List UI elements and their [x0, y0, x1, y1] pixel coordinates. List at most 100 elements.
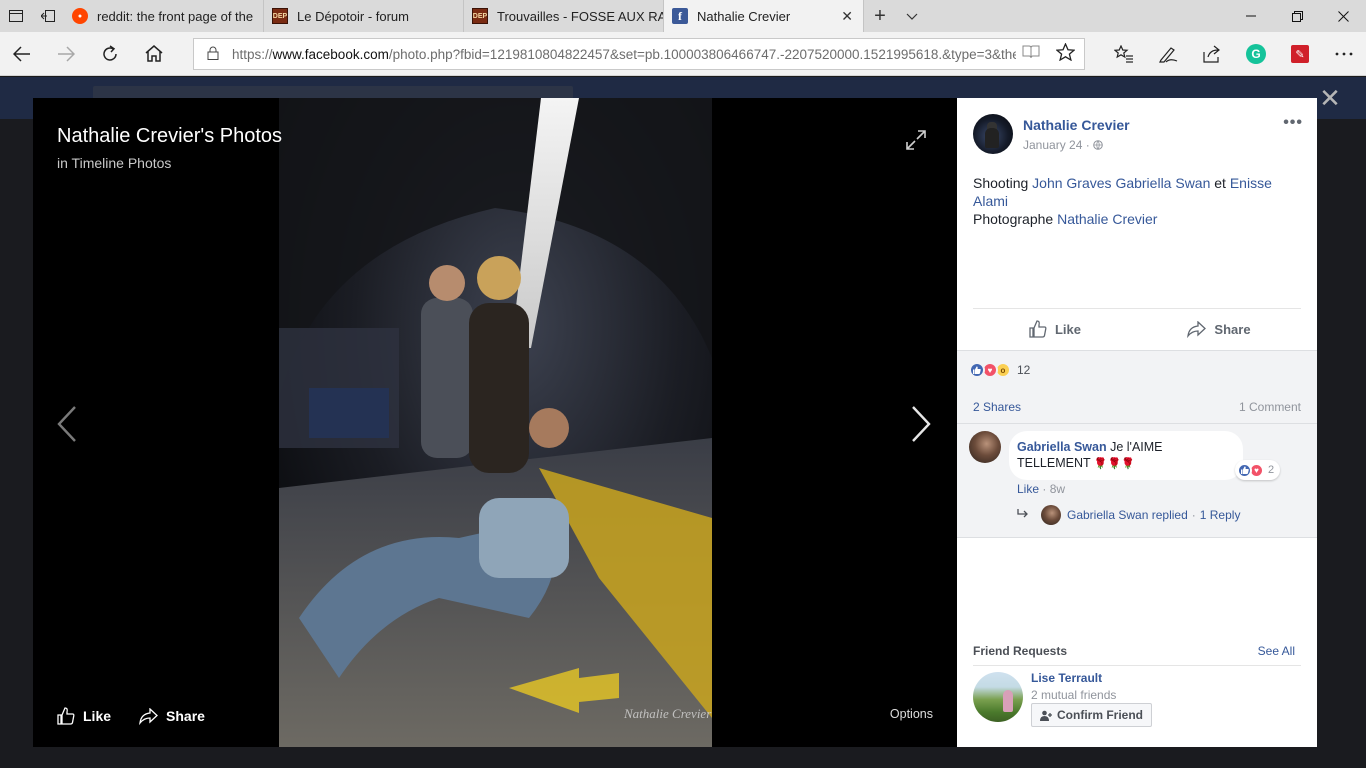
- author-avatar[interactable]: [973, 114, 1013, 154]
- album-subtitle: in Timeline Photos: [57, 155, 172, 171]
- tag-link[interactable]: Gabriella Swan: [1115, 175, 1210, 191]
- tab-reddit[interactable]: ● reddit: the front page of the: [64, 0, 264, 32]
- minimize-icon[interactable]: [1228, 0, 1274, 32]
- reply-text: replied: [1151, 508, 1188, 522]
- close-tab-icon[interactable]: ✕: [841, 8, 853, 25]
- divider: [973, 308, 1301, 309]
- tab-title: Trouvailles - FOSSE AUX RA: [497, 8, 664, 24]
- chevron-down-icon[interactable]: [896, 0, 928, 32]
- post-action-bar: Like Share: [973, 316, 1301, 342]
- mutual-friends-link[interactable]: 2 mutual friends: [1031, 688, 1116, 702]
- previous-photo-arrow-icon[interactable]: [55, 405, 79, 443]
- restore-icon[interactable]: [1274, 0, 1320, 32]
- favorite-star-icon[interactable]: [1046, 41, 1084, 66]
- reply-arrow-icon: [1017, 508, 1029, 522]
- comment-replies-link[interactable]: Gabriella Swan replied · 1 Reply: [1017, 505, 1240, 525]
- tab-title: Le Dépotoir - forum: [297, 8, 409, 24]
- tag-link[interactable]: John Graves: [1032, 175, 1111, 191]
- like-reaction-icon: [1237, 462, 1252, 478]
- fullscreen-expand-icon[interactable]: [905, 129, 927, 151]
- favorites-list-icon[interactable]: [1102, 32, 1146, 76]
- like-reaction-icon: [969, 362, 985, 378]
- facebook-icon: f: [672, 8, 688, 24]
- reply-count: 1 Reply: [1199, 508, 1241, 522]
- reply-avatar: [1041, 505, 1061, 525]
- web-note-pen-icon[interactable]: [1146, 32, 1190, 76]
- tag-link[interactable]: Nathalie Crevier: [1057, 211, 1157, 227]
- photo-action-bar: Like Share: [57, 707, 205, 725]
- tab-list-icon[interactable]: [0, 0, 32, 32]
- next-photo-arrow-icon[interactable]: [909, 405, 933, 443]
- tab-title: Nathalie Crevier: [697, 8, 791, 24]
- post-options-ellipsis-icon[interactable]: •••: [1283, 114, 1303, 132]
- album-owner-title: Nathalie Crevier's Photos: [57, 125, 283, 147]
- commenter-avatar[interactable]: [969, 431, 1001, 463]
- address-bar[interactable]: https://www.facebook.com/photo.php?fbid=…: [193, 38, 1085, 70]
- post-date[interactable]: January 24 ·: [1023, 138, 1103, 152]
- photo-like-button[interactable]: Like: [57, 707, 111, 725]
- refresh-icon[interactable]: [88, 32, 132, 76]
- close-viewer-icon[interactable]: ✕: [1318, 85, 1342, 111]
- engagement-section: ♥ o 12 2 Shares 1 Comment Gabriella Swan…: [957, 350, 1317, 538]
- dep-icon: DEP: [472, 8, 488, 24]
- post-like-button[interactable]: Like: [973, 316, 1137, 342]
- add-friend-icon: [1040, 710, 1052, 721]
- post-caption: Shooting John Graves Gabriella Swan et E…: [973, 175, 1272, 227]
- thumbs-up-icon: [57, 707, 75, 725]
- reading-view-icon[interactable]: [1016, 45, 1046, 63]
- see-all-link[interactable]: See All: [1258, 644, 1295, 658]
- photo-options-link[interactable]: Options: [890, 707, 933, 721]
- forward-arrow-icon[interactable]: [44, 32, 88, 76]
- globe-icon: [1093, 138, 1103, 152]
- friend-request-avatar[interactable]: [973, 672, 1023, 722]
- confirm-friend-button[interactable]: Confirm Friend: [1031, 703, 1152, 727]
- share-icon[interactable]: [1190, 32, 1234, 76]
- comment-reactions[interactable]: ♥ 2: [1235, 460, 1281, 480]
- reaction-count: 12: [1017, 363, 1031, 377]
- divider: [957, 423, 1317, 424]
- url-text: https://www.facebook.com/photo.php?fbid=…: [232, 46, 1016, 62]
- comment-time[interactable]: 8w: [1050, 482, 1065, 496]
- share-arrow-icon: [1187, 320, 1207, 338]
- reddit-icon: ●: [72, 8, 88, 24]
- commenter-name-link[interactable]: Gabriella Swan: [1017, 440, 1107, 454]
- comment-like-link[interactable]: Like: [1017, 482, 1039, 496]
- pen-extension-icon: ✎: [1291, 45, 1309, 63]
- tab-title: reddit: the front page of the: [97, 8, 254, 24]
- shares-link[interactable]: 2 Shares: [973, 400, 1021, 414]
- photo-info-panel: Nathalie Crevier January 24 · ••• Shooti…: [957, 98, 1317, 747]
- lock-icon: [194, 46, 232, 63]
- thumbs-up-icon: [1029, 320, 1047, 338]
- back-arrow-icon[interactable]: [0, 32, 44, 76]
- new-tab-icon[interactable]: +: [864, 0, 896, 32]
- post-header: Nathalie Crevier January 24 · •••: [973, 114, 1303, 154]
- red-extension[interactable]: ✎: [1278, 32, 1322, 76]
- browser-actions: G ✎: [1102, 32, 1366, 76]
- divider: [973, 665, 1301, 666]
- browser-toolbar: https://www.facebook.com/photo.php?fbid=…: [0, 32, 1366, 76]
- comments-count-link[interactable]: 1 Comment: [1239, 400, 1301, 414]
- grammarly-icon: G: [1246, 44, 1266, 64]
- shares-comments-line: 2 Shares 1 Comment: [973, 400, 1301, 414]
- photo-like-label: Like: [83, 708, 112, 724]
- tab-nathalie-crevier[interactable]: f Nathalie Crevier ✕: [664, 0, 864, 32]
- author-name-link[interactable]: Nathalie Crevier: [1023, 117, 1130, 133]
- comment-bubble: Gabriella Swan Je l'AIME TELLEMENT 🌹🌹🌹: [1009, 431, 1243, 480]
- more-options-icon[interactable]: [1322, 32, 1366, 76]
- close-window-icon[interactable]: [1320, 0, 1366, 32]
- grammarly-extension[interactable]: G: [1234, 32, 1278, 76]
- reaction-summary[interactable]: ♥ o 12: [969, 362, 1030, 378]
- dep-icon: DEP: [272, 8, 288, 24]
- post-share-button[interactable]: Share: [1137, 316, 1301, 342]
- comment-meta: Like · 8w: [1017, 482, 1066, 496]
- tab-trouvailles[interactable]: DEP Trouvailles - FOSSE AUX RA: [464, 0, 664, 32]
- photo-share-button[interactable]: Share: [139, 707, 205, 725]
- friend-request-name-link[interactable]: Lise Terrault: [1031, 671, 1102, 685]
- tab-le-depotoir[interactable]: DEP Le Dépotoir - forum: [264, 0, 464, 32]
- album-link[interactable]: Timeline Photos: [72, 155, 172, 171]
- rose-emojis: 🌹🌹🌹: [1093, 458, 1135, 470]
- home-icon[interactable]: [132, 32, 176, 76]
- subway-photo[interactable]: Nathalie Crevier: [279, 98, 712, 747]
- reply-author: Gabriella Swan: [1067, 508, 1149, 522]
- set-tabs-aside-icon[interactable]: [32, 0, 64, 32]
